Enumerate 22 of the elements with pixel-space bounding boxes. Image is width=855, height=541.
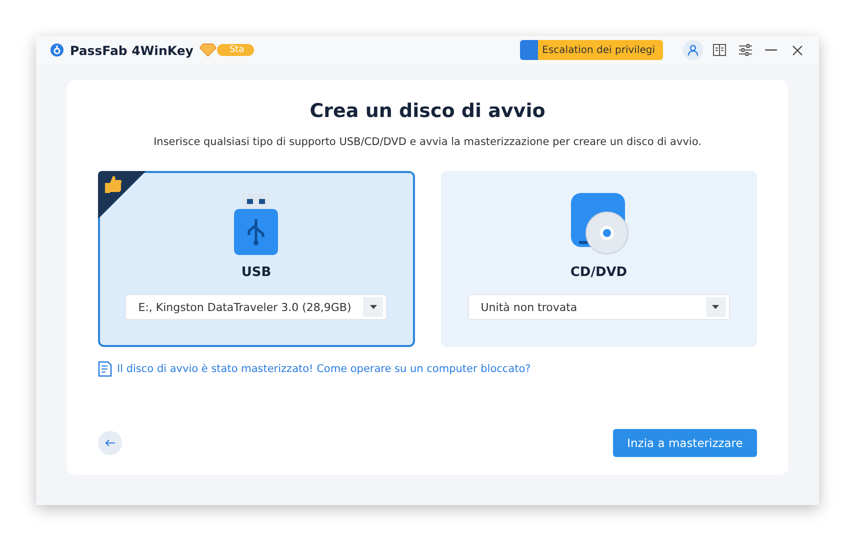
usb-drive-icon: [232, 193, 280, 255]
media-option-card[interactable]: USB E:, Kingston DataTraveler 3.0 (28,9GB): [98, 171, 414, 347]
media-option-card[interactable]: CD/DVD Unità non trovata: [440, 171, 757, 347]
document-icon: [98, 361, 112, 377]
caret-icon: [712, 305, 720, 309]
privilege-button[interactable]: Escalation dei privilegi: [520, 40, 663, 60]
help-link[interactable]: Il disco di avvio è stato masterizzato! Come operare su un computer bloccato?: [117, 363, 531, 375]
page-title: Crea un disco di avvio: [310, 100, 546, 122]
window-title: PassFab 4WinKey: [70, 42, 194, 58]
user-icon[interactable]: [683, 40, 703, 60]
drive-dropdown[interactable]: E:, Kingston DataTraveler 3.0 (28,9GB): [125, 294, 388, 320]
media-label: USB: [241, 265, 272, 280]
caret-icon: [370, 305, 377, 309]
media-label: CD/DVD: [570, 265, 628, 280]
page-subtitle: Inserisce qualsiasi tipo di supporto USB/CD/DVD e avvia la masterizzazione per creare un disco di avvio.: [154, 136, 702, 148]
recommended-corner-icon: [98, 171, 146, 219]
cd-drive-icon: [568, 193, 629, 255]
back-arrow-icon: [105, 439, 115, 447]
back-button[interactable]: [98, 431, 122, 455]
drive-dropdown[interactable]: Unità non trovata: [468, 294, 730, 320]
diamond-icon: [199, 43, 218, 57]
app-logo-icon: [50, 43, 64, 57]
